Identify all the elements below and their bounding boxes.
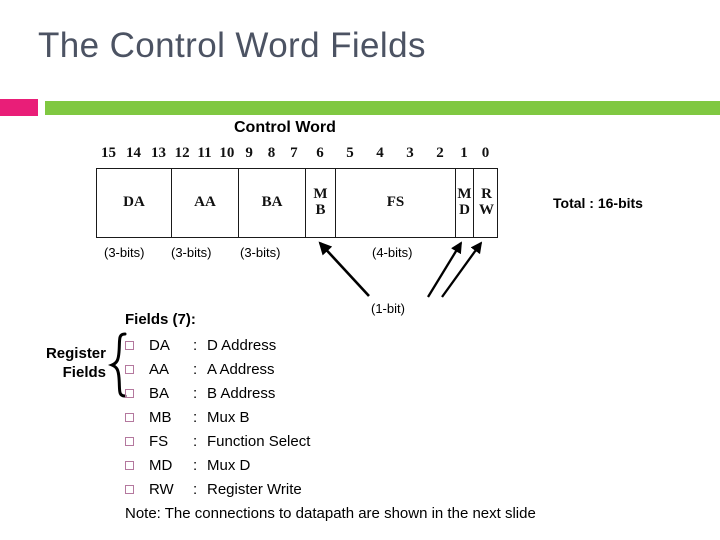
bit-number-15: 15	[101, 145, 116, 161]
control-word-cell-md: MD	[456, 169, 474, 237]
cell-line: R	[481, 186, 492, 203]
bit-number-4: 4	[376, 145, 384, 161]
field-description: D Address	[207, 336, 277, 354]
register-fields-line-2: Fields	[62, 364, 106, 381]
bit-number-3: 3	[406, 145, 414, 161]
field-abbr: DA	[149, 336, 170, 354]
accent-bar-green	[45, 101, 720, 115]
field-description: Register Write	[207, 480, 302, 498]
field-colon: :	[193, 384, 198, 402]
field-description: Mux D	[207, 456, 251, 474]
fields-heading: Fields (7):	[125, 311, 196, 328]
register-fields-line-1: Register	[45, 345, 106, 362]
control-word-cell-da: DA	[97, 169, 172, 237]
bit-number-14: 14	[126, 145, 141, 161]
bullet-square-icon	[125, 484, 134, 494]
field-description: Mux B	[207, 408, 250, 426]
bit-number-5: 5	[346, 145, 354, 161]
cell-line: FS	[386, 194, 405, 211]
control-word-cell-rw: RW	[474, 169, 499, 237]
field-description: Function Select	[207, 432, 311, 450]
field-colon: :	[193, 360, 198, 378]
control-word-table: DA AA BA M B FS M D R W	[96, 168, 498, 238]
cell-line: M	[457, 186, 472, 203]
cell-line: B	[315, 202, 326, 218]
bullet-square-icon	[125, 364, 134, 374]
cell-line: DA	[123, 194, 145, 211]
control-word-cell-fs: FS	[336, 169, 456, 237]
width-label-da: (3-bits)	[104, 245, 145, 260]
field-row: RW: Register Write	[125, 477, 455, 501]
field-abbr: MB	[149, 408, 172, 426]
bit-number-13: 13	[151, 145, 166, 161]
field-abbr: FS	[149, 432, 169, 450]
bit-number-6: 6	[316, 145, 324, 161]
page-title: The Control Word Fields	[38, 26, 426, 65]
field-row: DA: D Address	[125, 333, 455, 357]
field-row: MD: Mux D	[125, 453, 455, 477]
total-bits-label: Total : 16-bits	[553, 195, 643, 211]
bit-number-9: 9	[245, 145, 253, 161]
control-word-cell-aa: AA	[172, 169, 239, 237]
bit-number-2: 2	[436, 145, 444, 161]
field-description: A Address	[207, 360, 275, 378]
field-description: B Address	[207, 384, 276, 402]
field-abbr: MD	[149, 456, 173, 474]
field-row: FS: Function Select	[125, 429, 455, 453]
field-colon: :	[193, 480, 198, 498]
accent-bar-pink	[0, 99, 38, 116]
field-row: AA: A Address	[125, 357, 455, 381]
field-colon: :	[193, 432, 198, 450]
control-word-heading: Control Word	[234, 119, 336, 136]
bullet-square-icon	[125, 436, 134, 446]
field-colon: :	[193, 336, 198, 354]
fields-list: DA: D Address AA: A Address BA: B Address MB: M…	[125, 333, 455, 501]
cell-line: W	[479, 202, 494, 218]
arrow-to-rw	[441, 241, 483, 298]
bit-number-0: 0	[481, 145, 490, 161]
width-label-aa: (3-bits)	[171, 245, 212, 260]
field-abbr: BA	[149, 384, 170, 402]
cell-line: BA	[261, 194, 283, 211]
bit-number-8: 8	[267, 145, 276, 161]
field-row: BA: B Address	[125, 381, 455, 405]
register-fields-label: Register Fields	[18, 344, 106, 382]
width-label-one-bit: (1-bit)	[371, 301, 405, 316]
field-abbr: RW	[149, 480, 174, 498]
field-colon: :	[193, 456, 198, 474]
field-abbr: AA	[149, 360, 170, 378]
field-colon: :	[193, 408, 198, 426]
bullet-square-icon	[125, 388, 134, 398]
bit-number-10: 10	[219, 145, 235, 161]
bit-number-row: 15 14 13 12 11 10 9 8 7 6 5 4 3 2 1 0	[96, 145, 498, 163]
slide: The Control Word Fields Control Word 15 1…	[0, 0, 720, 540]
control-word-cell-mb: MB	[306, 169, 336, 237]
cell-line: D	[459, 202, 470, 218]
arrow-to-md	[427, 241, 462, 298]
width-label-fs: (4-bits)	[372, 245, 413, 260]
bit-number-1: 1	[460, 145, 468, 161]
bullet-square-icon	[125, 412, 134, 422]
width-label-ba: (3-bits)	[240, 245, 281, 260]
arrow-to-mb	[318, 241, 370, 297]
bit-number-12: 12	[174, 145, 190, 161]
control-word-cell-ba: BA	[239, 169, 306, 237]
bit-number-11: 11	[197, 145, 212, 161]
cell-line: M	[313, 186, 328, 203]
bullet-square-icon	[125, 340, 134, 350]
cell-line: AA	[194, 194, 216, 211]
bullet-square-icon	[125, 460, 134, 470]
field-row: MB: Mux B	[125, 405, 455, 429]
slide-note: Note: The connections to datapath are sh…	[125, 504, 595, 523]
slide-note-text: Note: The connections to datapath are sh…	[125, 505, 536, 522]
bit-number-7: 7	[290, 145, 298, 161]
